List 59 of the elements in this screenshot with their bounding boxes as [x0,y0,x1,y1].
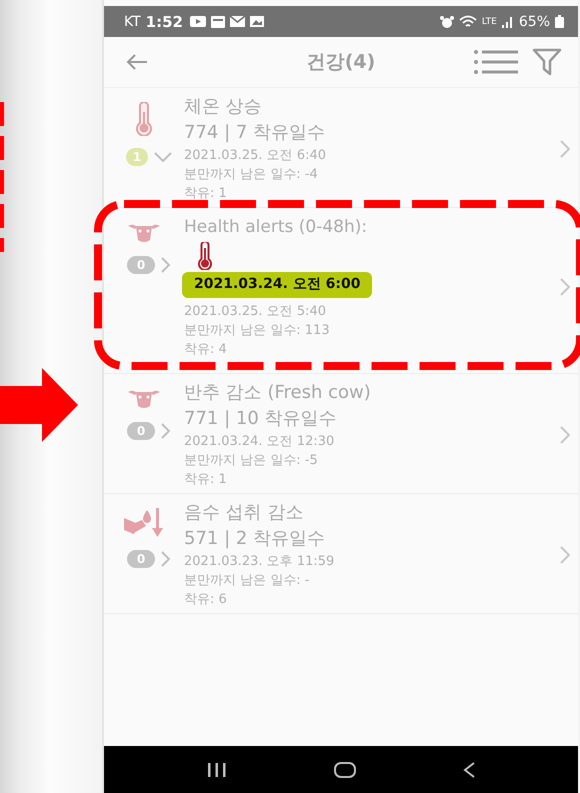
clock-time: 1:52 [146,12,183,30]
date-tooltip: 2021.03.24. 오전 6:00 [182,272,372,298]
chevron-right-icon[interactable] [161,551,171,567]
days-to-calving: 분만까지 남은 일수: -4 [184,166,319,184]
network-label: LTE [482,16,497,26]
alert-title: 반추 감소 (Fresh cow) [184,381,372,405]
battery-level: 65% [518,14,550,30]
days-to-calving: 분만까지 남은 일수: 113 [184,322,331,340]
alert-date: 2021.03.25. 오전 6:40 [184,147,328,165]
cow-info: 774 | 7 착유일수 [184,121,326,145]
count-badge: 0 [127,550,155,568]
screen-title: 건강(4) [306,50,376,75]
alert-row[interactable]: 1 체온 상승 774 | 7 착유일수 2021.03.25. 오전 6:40 분만까지 남은 일수: -4 착유: 1 [104,88,578,208]
count-badge: 0 [127,422,155,440]
alert-date: 2021.03.25. 오전 5:40 [184,303,328,321]
thermometer-icon [196,242,214,270]
alert-date: 2021.03.24. 오전 12:30 [184,433,336,451]
cow-head-icon [127,222,161,244]
days-to-calving: 분만까지 남은 일수: - [184,572,310,590]
chevron-right-icon[interactable] [560,140,570,158]
alert-date: 2021.03.23. 오후 11:59 [184,553,336,571]
health-alerts-heading: Health alerts (0-48h): [184,216,368,239]
alert-title: 음수 섭취 감소 [184,501,304,525]
cow-info: 771 | 10 착유일수 [184,407,338,431]
alert-title: 체온 상승 [184,95,263,119]
water-drop-down-arrow-icon [124,508,164,538]
image-icon [250,16,264,27]
milking-count: 착유: 4 [184,341,228,359]
back-arrow-icon[interactable] [126,54,148,70]
carrier-label: KT [124,14,141,30]
cow-head-icon [127,388,161,410]
cow-info: 571 | 2 착유일수 [184,527,326,551]
count-badge: 0 [127,256,155,274]
back-icon[interactable] [462,762,475,778]
milking-count: 착유: 1 [184,185,228,203]
image-icon [210,16,225,28]
wifi-icon [458,15,477,28]
chevron-down-icon[interactable] [154,152,172,162]
chevron-right-icon[interactable] [560,426,570,444]
chevron-right-icon[interactable] [560,278,570,296]
alert-row[interactable]: 0 Health alerts (0-48h): 2021.03.24. 오전 6:00 2021.03.25. 오전 5:40 분만까지 남은 일수: 113 착유: 4 [104,208,578,374]
chevron-right-icon[interactable] [161,257,171,273]
milking-count: 착유: 1 [184,471,228,489]
alert-row[interactable]: 0 반추 감소 (Fresh cow) 771 | 10 착유일수 2021.03.24. 오전 12:30 분만까지 남은 일수: -5 착유: 1 [104,374,578,494]
count-badge: 1 [126,148,148,166]
list-icon[interactable] [474,49,518,75]
chevron-right-icon[interactable] [161,423,171,439]
recent-apps-icon[interactable] [207,762,228,776]
days-to-calving: 분만까지 남은 일수: -5 [184,452,319,470]
filter-icon[interactable] [532,48,562,76]
battery-icon [555,15,564,28]
thermometer-icon [134,102,154,136]
chevron-right-icon[interactable] [560,546,570,564]
mail-icon [230,16,245,27]
home-icon[interactable] [334,762,356,778]
play-icon [190,16,206,27]
alert-row[interactable]: 0 음수 섭취 감소 571 | 2 착유일수 2021.03.23. 오후 11:59 분만까지 남은 일수: - 착유: 6 [104,494,578,614]
milking-count: 착유: 6 [184,591,228,609]
signal-icon [502,16,514,28]
